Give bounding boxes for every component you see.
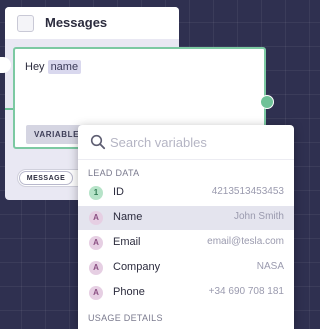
variable-row-name[interactable]: A Name John Smith: [78, 206, 294, 230]
search-row: [78, 125, 294, 160]
message-text-content: Hey: [25, 61, 45, 73]
variable-value: email@tesla.com: [207, 236, 284, 247]
text-type-icon: A: [89, 286, 103, 300]
variable-value: +34 690 708 181: [208, 286, 284, 297]
text-type-icon: A: [89, 211, 103, 225]
variables-popover: LEAD DATA 1 ID 4213513453453 A Name John…: [78, 125, 294, 329]
variable-value: John Smith: [233, 211, 284, 222]
variable-name: Company: [113, 261, 161, 273]
variable-name: Name: [113, 211, 143, 223]
message-text: Hey name: [25, 60, 82, 74]
variable-value: 4213513453453: [211, 186, 284, 197]
variable-name: Phone: [113, 286, 145, 298]
variable-row-phone[interactable]: A Phone +34 690 708 181: [78, 281, 294, 305]
variable-tag[interactable]: name: [47, 60, 82, 74]
input-connector[interactable]: [0, 57, 11, 73]
search-icon: [90, 134, 106, 150]
variable-row-company[interactable]: A Company NASA: [78, 256, 294, 280]
node-title: Messages: [45, 15, 108, 30]
variable-row-id[interactable]: 1 ID 4213513453453: [78, 181, 294, 205]
text-type-icon: A: [89, 236, 103, 250]
variable-name: Email: [113, 236, 141, 248]
node-checkbox[interactable]: [17, 15, 34, 32]
number-type-icon: 1: [89, 186, 103, 200]
tab-message[interactable]: MESSAGE: [19, 171, 73, 185]
section-title-usage-details: USAGE DETAILS: [88, 313, 163, 323]
output-connector[interactable]: [260, 95, 274, 109]
section-title-lead-data: LEAD DATA: [88, 168, 140, 178]
node-header: Messages: [5, 7, 179, 39]
search-input[interactable]: [110, 133, 282, 151]
variable-row-email[interactable]: A Email email@tesla.com: [78, 231, 294, 255]
variable-name: ID: [113, 186, 124, 198]
text-type-icon: A: [89, 261, 103, 275]
variable-value: NASA: [256, 261, 284, 272]
